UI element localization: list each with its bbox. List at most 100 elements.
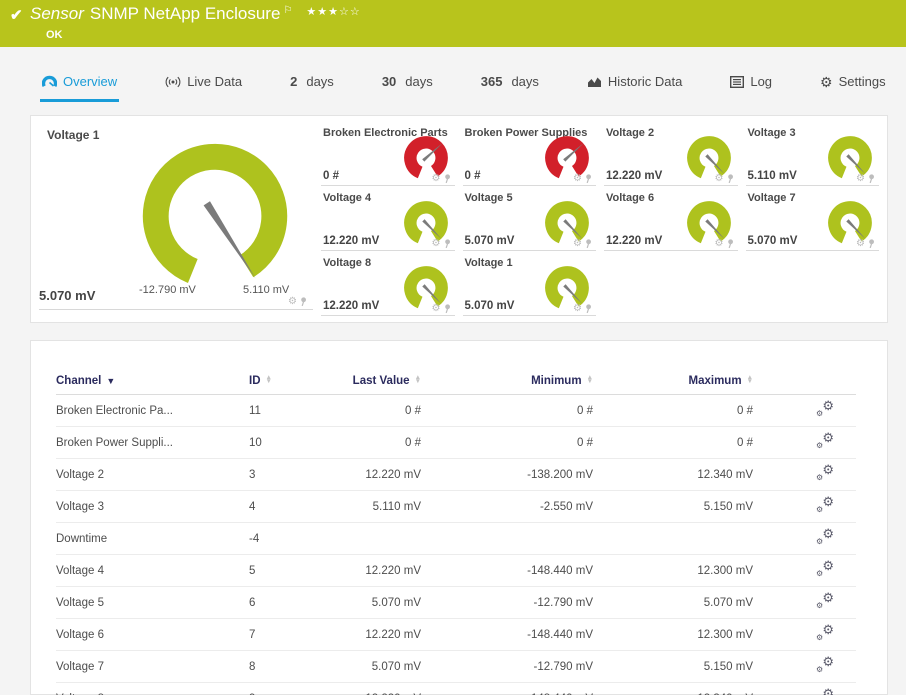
- primary-gauge[interactable]: [139, 140, 291, 292]
- small-gauge-cell[interactable]: Voltage 2 12.220 mV ⚙: [604, 124, 746, 189]
- column-header-maximum[interactable]: Maximum ▲ ▼: [593, 369, 753, 395]
- cell-last-value: 12.220 mV: [309, 682, 421, 695]
- column-header-minimum[interactable]: Minimum ▲ ▼: [421, 369, 593, 395]
- gauge-value: 5.070 mV: [39, 288, 96, 303]
- small-gauge-cell[interactable]: Voltage 1 5.070 mV ⚙: [462, 254, 605, 319]
- gear-icon[interactable]: ⚙: [573, 239, 582, 249]
- channel-settings-icon[interactable]: ⚙⚙: [816, 431, 834, 450]
- small-gauge-cell[interactable]: Voltage 5 5.070 mV ⚙: [462, 189, 605, 254]
- sensor-name[interactable]: SNMP NetApp Enclosure: [90, 4, 281, 23]
- cell-channel[interactable]: Voltage 6: [56, 618, 249, 651]
- sort-desc-icon: ▼: [106, 376, 116, 386]
- tab-number: 30: [381, 74, 397, 89]
- cell-last-value: 5.070 mV: [309, 650, 421, 683]
- column-header-channel[interactable]: Channel ▼: [56, 369, 249, 395]
- channel-settings-icon[interactable]: ⚙⚙: [816, 655, 834, 674]
- channel-settings-icon[interactable]: ⚙⚙: [816, 463, 834, 482]
- tab-log[interactable]: Log: [728, 68, 774, 102]
- cell-channel[interactable]: Broken Electronic Pa...: [56, 394, 249, 427]
- channel-settings-icon[interactable]: ⚙⚙: [816, 495, 834, 514]
- cell-channel[interactable]: Broken Power Suppli...: [56, 426, 249, 459]
- tab-settings[interactable]: ⚙ Settings: [818, 68, 888, 102]
- pin-icon[interactable]: [867, 239, 875, 249]
- table-row[interactable]: Broken Electronic Pa... 11 0 # 0 # 0 # ⚙…: [56, 394, 856, 427]
- channel-settings-icon[interactable]: ⚙⚙: [816, 527, 834, 546]
- column-header-id[interactable]: ID ▲ ▼: [249, 369, 309, 395]
- small-gauge-cell[interactable]: Voltage 6 12.220 mV ⚙: [604, 189, 746, 254]
- tab-365-days[interactable]: 365 days: [479, 68, 541, 102]
- gear-icon[interactable]: ⚙: [432, 239, 441, 249]
- cell-last-value: 12.220 mV: [309, 618, 421, 651]
- table-row[interactable]: Voltage 7 8 5.070 mV -12.790 mV 5.150 mV…: [56, 650, 856, 683]
- small-gauge-cell[interactable]: Voltage 7 5.070 mV ⚙: [745, 189, 888, 254]
- primary-gauge-cell[interactable]: Voltage 1 -12.790 mV 5.110 mV 5.070 mV ⚙: [31, 116, 321, 322]
- small-gauge-cell[interactable]: Voltage 4 12.220 mV ⚙: [321, 189, 463, 254]
- table-row[interactable]: Downtime -4 ⚙ ⚙: [56, 522, 856, 555]
- channel-settings-icon[interactable]: ⚙⚙: [816, 591, 834, 610]
- table-row[interactable]: Voltage 4 5 12.220 mV -148.440 mV 12.300…: [56, 554, 856, 587]
- gauge-tools: ⚙: [573, 304, 592, 314]
- table-row[interactable]: Voltage 2 3 12.220 mV -138.200 mV 12.340…: [56, 458, 856, 491]
- column-header-last-value[interactable]: Last Value ▲ ▼: [309, 369, 421, 395]
- gear-icon[interactable]: ⚙: [715, 174, 724, 184]
- channels-table: Channel ▼ ID ▲ ▼ Last Value ▲ ▼ Minimum ▲ ▼ Max…: [56, 369, 856, 695]
- gear-icon[interactable]: ⚙: [573, 304, 582, 314]
- gear-icon[interactable]: ⚙: [856, 239, 865, 249]
- pin-icon[interactable]: [726, 174, 734, 184]
- table-row[interactable]: Voltage 6 7 12.220 mV -148.440 mV 12.300…: [56, 618, 856, 651]
- channel-settings-icon[interactable]: ⚙⚙: [816, 687, 834, 695]
- gauge-max-label: 5.110 mV: [243, 284, 290, 296]
- pin-icon[interactable]: [867, 174, 875, 184]
- pin-icon[interactable]: [584, 239, 592, 249]
- tab-live-data[interactable]: Live Data: [163, 68, 244, 102]
- gear-icon[interactable]: ⚙: [432, 174, 441, 184]
- cell-channel[interactable]: Downtime: [56, 522, 249, 555]
- pin-icon[interactable]: [443, 304, 451, 314]
- divider: [321, 185, 455, 186]
- table-row[interactable]: Voltage 8 9 12.220 mV -148.440 mV 12.340…: [56, 682, 856, 695]
- table-row[interactable]: Voltage 5 6 5.070 mV -12.790 mV 5.070 mV…: [56, 586, 856, 619]
- divider: [604, 250, 738, 251]
- gauge-label: Voltage 4: [323, 192, 372, 204]
- table-row[interactable]: Broken Power Suppli... 10 0 # 0 # 0 # ⚙ ⚙: [56, 426, 856, 459]
- small-gauge-cell[interactable]: Broken Electronic Parts 0 # ⚙: [321, 124, 463, 189]
- cell-channel[interactable]: Voltage 7: [56, 650, 249, 683]
- channel-settings-icon[interactable]: ⚙⚙: [816, 559, 834, 578]
- gear-icon[interactable]: ⚙: [432, 304, 441, 314]
- pin-icon[interactable]: [584, 304, 592, 314]
- table-row[interactable]: Voltage 3 4 5.110 mV -2.550 mV 5.150 mV …: [56, 490, 856, 523]
- cell-channel[interactable]: Voltage 4: [56, 554, 249, 587]
- gear-icon[interactable]: ⚙: [715, 239, 724, 249]
- small-gauge-cell[interactable]: Broken Power Supplies 0 # ⚙: [462, 124, 605, 189]
- small-gauge-cell[interactable]: Voltage 3 5.110 mV ⚙: [745, 124, 888, 189]
- cell-minimum: -12.790 mV: [421, 586, 593, 619]
- pin-icon[interactable]: [584, 174, 592, 184]
- cell-channel[interactable]: Voltage 3: [56, 490, 249, 523]
- channel-settings-icon[interactable]: ⚙⚙: [816, 399, 834, 418]
- channel-settings-icon[interactable]: ⚙⚙: [816, 623, 834, 642]
- cell-minimum: -2.550 mV: [421, 490, 593, 523]
- pin-icon[interactable]: [726, 239, 734, 249]
- tab-2-days[interactable]: 2 days: [288, 68, 336, 102]
- gear-icon[interactable]: ⚙: [573, 174, 582, 184]
- cell-minimum: -148.440 mV: [421, 554, 593, 587]
- cell-channel[interactable]: Voltage 5: [56, 586, 249, 619]
- gauge-label: Voltage 8: [323, 257, 372, 269]
- gauge-icon: [42, 75, 57, 88]
- tab-30-days[interactable]: 30 days: [380, 68, 435, 102]
- pin-icon[interactable]: [443, 239, 451, 249]
- gauge-value: 0 #: [323, 170, 339, 182]
- pin-icon[interactable]: [299, 297, 307, 307]
- gear-icon[interactable]: ⚙: [856, 174, 865, 184]
- priority-stars[interactable]: ★★★☆☆: [306, 6, 360, 18]
- small-gauge-cell[interactable]: Voltage 8 12.220 mV ⚙: [321, 254, 463, 319]
- pin-icon[interactable]: [443, 174, 451, 184]
- tab-historic-data[interactable]: Historic Data: [585, 68, 684, 102]
- tab-overview[interactable]: Overview: [40, 68, 120, 102]
- cell-channel[interactable]: Voltage 8: [56, 682, 249, 695]
- gauge-tools: ⚙: [432, 174, 451, 184]
- cell-id: 4: [249, 490, 309, 523]
- cell-channel[interactable]: Voltage 2: [56, 458, 249, 491]
- gear-icon[interactable]: ⚙: [288, 297, 297, 307]
- flag-icon[interactable]: ⚐: [283, 5, 292, 16]
